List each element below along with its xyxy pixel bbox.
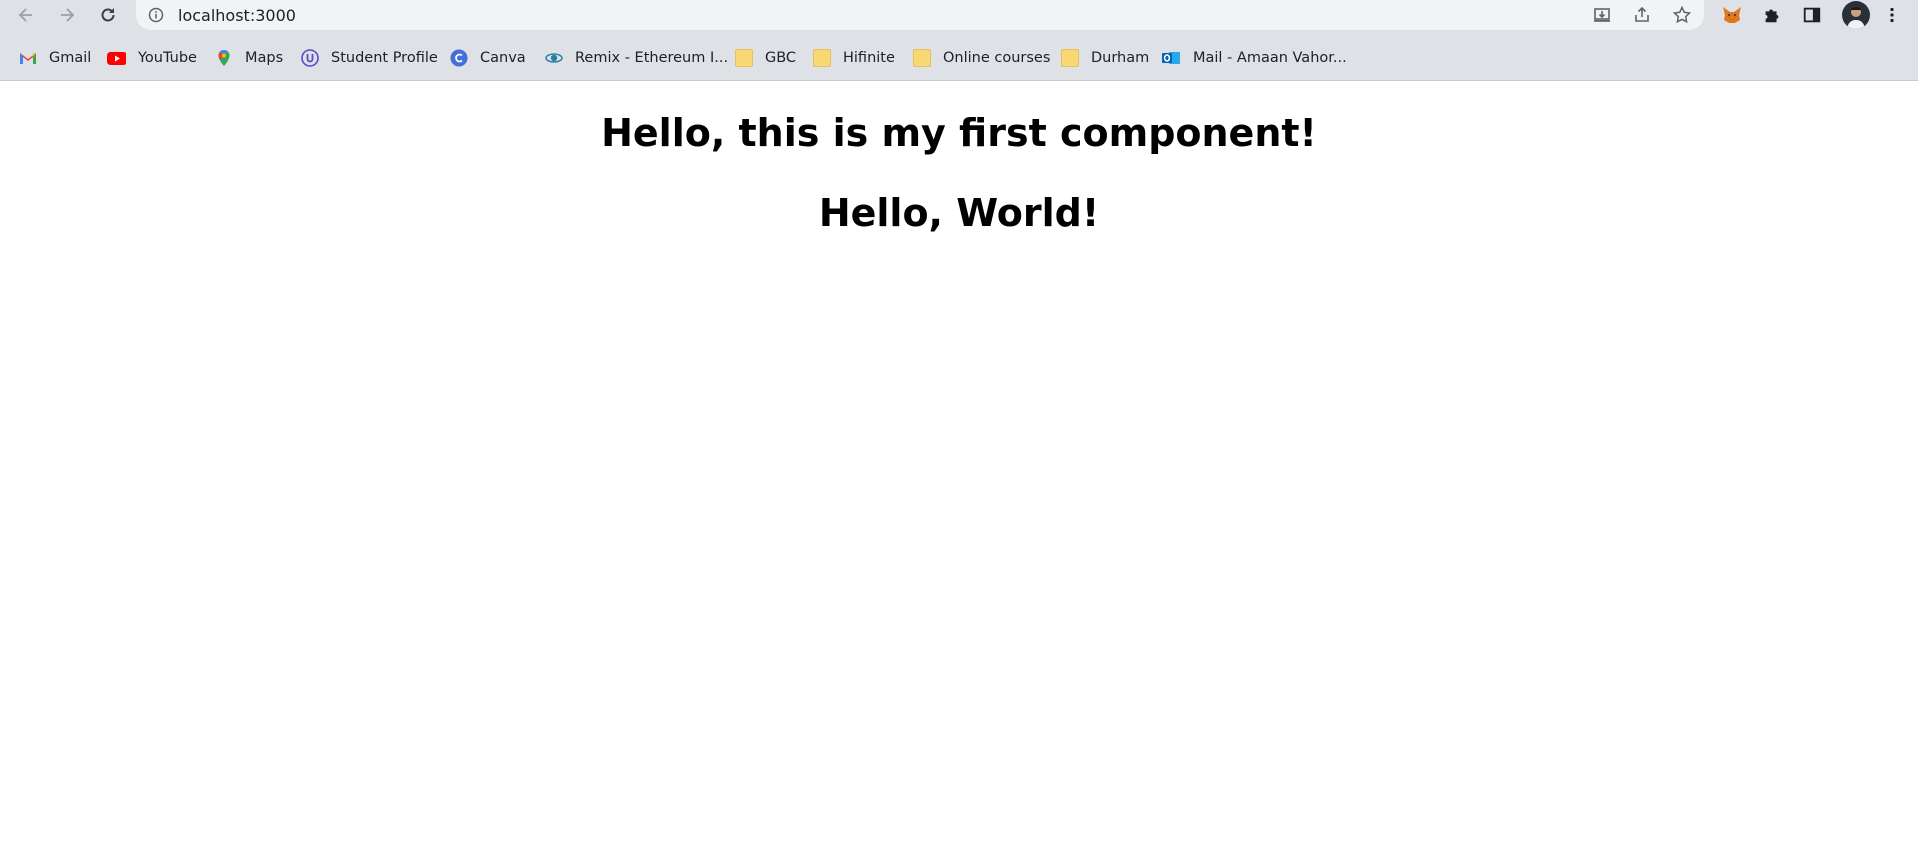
url-text[interactable]: localhost:3000: [178, 6, 296, 25]
bookmark-star-icon[interactable]: [1672, 5, 1692, 25]
outlook-icon: [1162, 52, 1180, 64]
bookmark-label: Student Profile: [331, 50, 438, 66]
component-heading: Hello, this is my first component!: [601, 111, 1317, 155]
bookmark-label: Mail - Amaan Vahor...: [1193, 50, 1347, 66]
back-arrow-icon: [18, 8, 32, 22]
student-profile-icon: [301, 49, 319, 67]
bookmark-folder-hifinite[interactable]: Hifinite: [813, 47, 895, 69]
puzzle-icon: [1765, 9, 1779, 23]
bookmark-label: Online courses: [943, 50, 1051, 66]
bookmark-label: YouTube: [138, 50, 197, 66]
extensions-button[interactable]: [1761, 4, 1783, 26]
bookmark-canva[interactable]: Canva: [450, 47, 526, 69]
page-content: Hello, this is my first component! Hello…: [0, 82, 1918, 848]
bookmark-folder-gbc[interactable]: GBC: [735, 47, 796, 69]
bookmarks-bar: Gmail YouTube Maps Student Profile Canva…: [0, 30, 1918, 81]
bookmark-label: Durham: [1091, 50, 1150, 66]
browser-toolbar: localhost:3000: [0, 0, 1918, 30]
back-button[interactable]: [13, 2, 39, 28]
remix-icon: [545, 53, 563, 63]
folder-icon: [735, 49, 753, 67]
bookmark-label: Remix - Ethereum I...: [575, 50, 729, 66]
profile-avatar[interactable]: [1842, 1, 1870, 29]
reload-button[interactable]: [95, 2, 121, 28]
install-app-icon[interactable]: [1592, 5, 1612, 25]
youtube-icon: [107, 52, 126, 65]
bookmark-label: Canva: [480, 50, 526, 66]
address-bar[interactable]: localhost:3000: [136, 0, 1704, 30]
reload-icon: [101, 8, 115, 22]
hello-world-heading: Hello, World!: [818, 191, 1100, 235]
side-panel-button[interactable]: [1801, 4, 1823, 26]
bookmark-folder-online-courses[interactable]: Online courses: [913, 47, 1050, 69]
gmail-icon: [20, 53, 36, 64]
bookmark-youtube[interactable]: YouTube: [106, 47, 197, 69]
bookmark-remix[interactable]: Remix - Ethereum I...: [545, 47, 728, 69]
browser-menu-button[interactable]: [1881, 4, 1903, 26]
bookmark-student-profile[interactable]: Student Profile: [301, 47, 438, 69]
folder-icon: [813, 49, 831, 67]
canva-icon: [450, 49, 468, 67]
avatar-icon: [1847, 7, 1865, 29]
forward-button[interactable]: [54, 2, 80, 28]
bookmark-maps[interactable]: Maps: [215, 47, 283, 69]
bookmark-outlook-mail[interactable]: Mail - Amaan Vahor...: [1161, 47, 1347, 69]
folder-icon: [1061, 49, 1079, 67]
share-icon[interactable]: [1632, 5, 1652, 25]
bookmark-gmail[interactable]: Gmail: [19, 47, 91, 69]
kebab-menu-icon: [1890, 7, 1894, 23]
bookmark-label: Gmail: [49, 50, 92, 66]
folder-icon: [913, 49, 931, 67]
metamask-extension-icon[interactable]: [1721, 4, 1743, 26]
site-info-icon[interactable]: [148, 7, 164, 23]
forward-arrow-icon: [61, 8, 75, 22]
bookmark-label: GBC: [765, 50, 797, 66]
bookmark-label: Hifinite: [843, 50, 895, 66]
fox-icon: [1723, 7, 1741, 23]
maps-icon: [218, 49, 230, 66]
bookmark-label: Maps: [245, 50, 284, 66]
bookmark-folder-durham[interactable]: Durham: [1061, 47, 1149, 69]
side-panel-icon: [1803, 7, 1821, 23]
